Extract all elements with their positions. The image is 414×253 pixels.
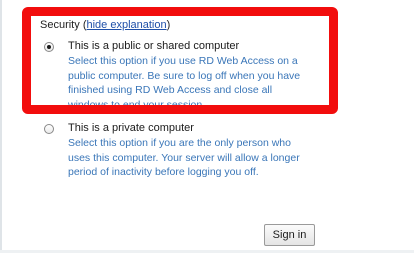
public-computer-description: Select this option if you use RD Web Acc… [68,54,320,113]
private-computer-description: Select this option if you are the only p… [68,136,320,180]
login-options-panel: Security (hide explanation) This is a pu… [0,0,414,253]
private-computer-label[interactable]: This is a private computer [68,122,194,134]
description-line: period of inactivity before logging you … [68,166,259,179]
description-line: Select this option if you use RD Web Acc… [68,55,298,67]
security-heading: Security (hide explanation) [40,19,170,31]
public-computer-radio[interactable] [44,42,54,52]
panel-left-border [0,0,2,253]
public-computer-label[interactable]: This is a public or shared computer [68,40,239,52]
description-line: windows to end your session. [68,99,206,112]
description-line: public computer. Be sure to log off when… [68,69,301,82]
security-label: Security [40,19,80,31]
private-computer-radio[interactable] [44,124,54,134]
description-line: Select this option if you are the only p… [68,137,291,149]
hide-explanation-link[interactable]: hide explanation [86,19,166,31]
description-line: finished using RD Web Access and close a… [68,84,273,97]
close-paren: ) [166,19,171,31]
description-line: uses this computer. Your server will all… [68,151,300,164]
sign-in-button[interactable]: Sign in [264,224,315,246]
